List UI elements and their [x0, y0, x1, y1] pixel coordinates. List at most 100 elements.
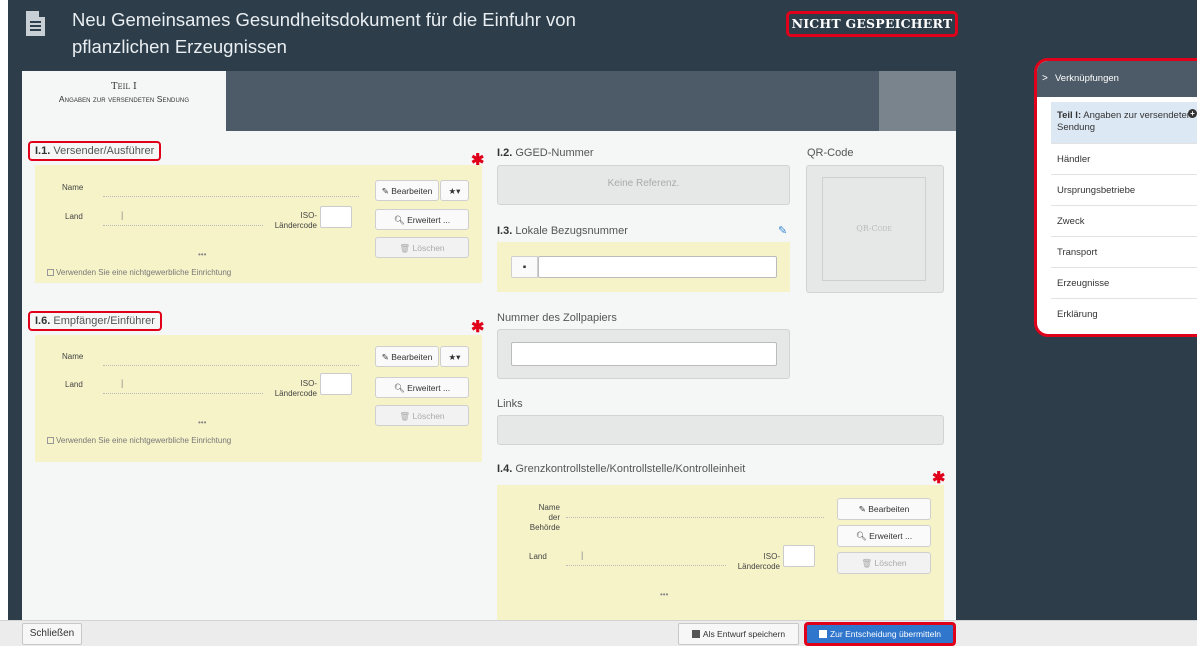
- star-icon: ★▾: [448, 352, 461, 362]
- sidebar-item-erklaerung[interactable]: Erklärung: [1051, 299, 1197, 330]
- consignee-noncommercial-checkbox[interactable]: Verwenden Sie eine nichtgewerbliche Einr…: [47, 436, 231, 445]
- customs-title: Nummer des Zollpapiers: [497, 312, 617, 324]
- save-icon: [691, 630, 700, 638]
- local-ref-title-text: Lokale Bezugsnummer: [515, 225, 628, 237]
- sidebar-item-haendler[interactable]: Händler: [1051, 144, 1197, 175]
- tab-sublabel: Angaben zur versendeten Sendung: [58, 94, 190, 104]
- bookmark-button[interactable]: ▪: [511, 256, 538, 278]
- consignor-name-label: Name: [62, 183, 84, 192]
- links-field: [497, 415, 944, 445]
- consignor-country-value: |: [121, 210, 124, 220]
- bcp-advanced-label: Erweitert ...: [869, 531, 913, 541]
- consignee-advanced-label: Erweitert ...: [407, 383, 451, 393]
- submit-icon: [818, 630, 827, 638]
- submit-decision-label: Zur Entscheidung übermitteln: [829, 629, 942, 639]
- page-title: Neu Gemeinsames Gesundheitsdokument für …: [72, 9, 576, 57]
- save-draft-label: Als Entwurf speichern: [702, 629, 786, 639]
- qr-code-image: QR-Code: [822, 177, 926, 281]
- consignee-country-line: [103, 393, 263, 394]
- chevron-right-icon: >: [1042, 73, 1048, 84]
- consignor-iso-label: ISO- Ländercode: [267, 211, 317, 231]
- consignee-iso-label: ISO- Ländercode: [267, 379, 317, 399]
- local-ref-title: I.3. Lokale Bezugsnummer: [497, 225, 628, 237]
- bcp-edit-button[interactable]: ✎ Bearbeiten: [837, 498, 931, 520]
- tab-teil-1[interactable]: Teil I Angaben zur versendeten Sendung: [22, 71, 226, 131]
- consignor-favorites-button[interactable]: ★▾: [440, 180, 469, 201]
- tab-placeholder[interactable]: [879, 71, 956, 131]
- consignee-iso-label-1: ISO-: [300, 379, 317, 388]
- sidebar-item-label: Erklärung: [1057, 309, 1098, 320]
- consignor-delete-button[interactable]: 🗑︎ Löschen: [375, 237, 469, 258]
- consignee-delete-label: Löschen: [412, 411, 445, 421]
- sidebar-item-label: Zweck: [1057, 216, 1085, 227]
- consignor-title-text: Versender/Ausführer: [53, 145, 155, 157]
- consignor-code: I.1.: [35, 145, 51, 157]
- consignee-iso-box: [320, 373, 352, 395]
- consignor-country-label: Land: [65, 212, 83, 221]
- consignor-country-line: [103, 225, 263, 226]
- consignor-advanced-button[interactable]: 🔍︎ Erweitert ...: [375, 209, 469, 230]
- bookmark-icon: ▪: [522, 262, 527, 273]
- sidebar-item-teil-1[interactable]: Teil I: Angaben zur versendeten Sendung …: [1051, 102, 1197, 144]
- consignee-name-label: Name: [62, 352, 84, 361]
- local-ref-input[interactable]: [538, 256, 777, 278]
- bcp-delete-button[interactable]: 🗑︎ Löschen: [837, 552, 931, 574]
- plus-circle-icon[interactable]: +: [1188, 109, 1197, 118]
- qr-title: QR-Code: [807, 147, 854, 159]
- consignor-iso-box: [320, 206, 352, 228]
- sidebar-item-label: Erzeugnisse: [1057, 278, 1110, 289]
- bcp-name-line: [566, 517, 824, 518]
- consignee-country-value: |: [121, 378, 124, 388]
- trash-icon: 🗑︎: [399, 411, 411, 421]
- required-icon: ✱: [471, 319, 485, 336]
- sidebar-item-zweck[interactable]: Zweck: [1051, 206, 1197, 237]
- save-draft-button[interactable]: Als Entwurf speichern: [678, 623, 799, 645]
- consignor-title: I.1. Versender/Ausführer: [28, 141, 162, 161]
- bcp-iso-label: ISO- Ländercode: [730, 552, 780, 572]
- sidebar-header[interactable]: > Verknüpfungen: [1037, 61, 1197, 97]
- star-icon: ★▾: [448, 186, 461, 196]
- gged-title: I.2. GGED-Nummer: [497, 147, 594, 159]
- consignee-title-text: Empfänger/Einführer: [53, 315, 155, 327]
- consignor-noncommercial-checkbox[interactable]: Verwenden Sie eine nichtgewerbliche Einr…: [47, 268, 231, 277]
- search-icon: 🔍︎: [393, 215, 405, 225]
- qr-placeholder: QR-Code: [856, 224, 892, 233]
- search-icon: 🔍︎: [393, 383, 405, 393]
- consignor-edit-button[interactable]: ✎ Bearbeiten: [375, 180, 439, 201]
- gged-code: I.2.: [497, 147, 513, 159]
- submit-decision-button[interactable]: Zur Entscheidung übermitteln: [804, 622, 956, 646]
- consignor-iso-label-2: Ländercode: [274, 221, 317, 230]
- consignee-title: I.6. Empfänger/Einführer: [28, 311, 162, 331]
- edit-icon[interactable]: ✎: [778, 224, 787, 237]
- document-icon: [26, 11, 45, 36]
- bcp-advanced-button[interactable]: 🔍︎ Erweitert ...: [837, 525, 931, 547]
- sidebar-item-ursprungsbetriebe[interactable]: Ursprungsbetriebe: [1051, 175, 1197, 206]
- sidebar-item-erzeugnisse[interactable]: Erzeugnisse: [1051, 268, 1197, 299]
- bcp-name-label-3: Behörde: [529, 523, 560, 532]
- consignee-edit-button[interactable]: ✎ Bearbeiten: [375, 346, 439, 367]
- consignee-edit-label: Bearbeiten: [391, 352, 433, 362]
- consignee-noncommercial-label: Verwenden Sie eine nichtgewerbliche Einr…: [56, 436, 232, 445]
- sidebar-item-transport[interactable]: Transport: [1051, 237, 1197, 268]
- consignee-name-line: [103, 365, 359, 366]
- consignor-iso-label-1: ISO-: [300, 211, 317, 220]
- sidebar-item-label: Ursprungsbetriebe: [1057, 185, 1136, 196]
- back-chevron-icon[interactable]: ‹: [0, 14, 14, 38]
- bcp-country-line: [566, 565, 726, 566]
- consignee-advanced-button[interactable]: 🔍︎ Erweitert ...: [375, 377, 469, 398]
- bcp-name-label: Name der Behörde: [520, 503, 560, 533]
- edit-icon: ✎: [381, 352, 389, 362]
- close-button[interactable]: Schließen: [22, 623, 82, 645]
- consignee-favorites-button[interactable]: ★▾: [440, 346, 469, 367]
- bcp-name-label-2: der: [548, 513, 560, 522]
- search-icon: 🔍︎: [855, 531, 867, 541]
- consignee-code: I.6.: [35, 315, 51, 327]
- sidebar-item-label: Transport: [1057, 247, 1098, 258]
- local-ref-code: I.3.: [497, 225, 513, 237]
- bcp-name-label-1: Name: [538, 503, 560, 512]
- footer-bar: [0, 620, 1197, 646]
- bcp-iso-label-1: ISO-: [763, 552, 780, 561]
- consignee-delete-button[interactable]: 🗑︎ Löschen: [375, 405, 469, 426]
- customs-input[interactable]: [511, 342, 777, 366]
- sidebar-item-bold: Teil I:: [1057, 110, 1082, 121]
